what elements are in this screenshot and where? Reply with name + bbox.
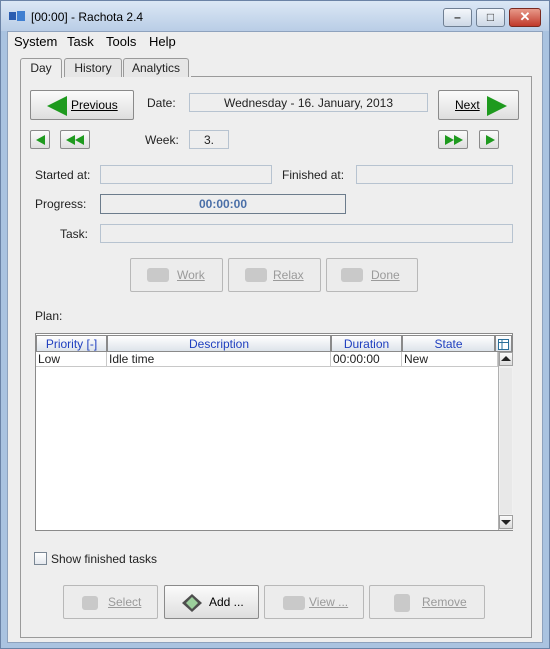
column-priority[interactable]: Priority [-]: [36, 335, 107, 352]
previous-label: Previous: [71, 98, 118, 112]
scroll-up-button[interactable]: [499, 352, 513, 366]
single-left-icon: [36, 135, 45, 145]
column-duration[interactable]: Duration: [331, 335, 402, 352]
week-field: 3.: [189, 130, 229, 149]
table-cell-state[interactable]: New: [402, 352, 498, 367]
date-field: Wednesday - 16. January, 2013: [189, 93, 428, 112]
plan-table: Priority [-] Description Duration State …: [35, 333, 513, 531]
finished-field: [356, 165, 513, 184]
scroll-down-button[interactable]: [499, 515, 513, 529]
table-icon: [498, 339, 509, 350]
menu-bar: System Task Tools Help: [8, 32, 542, 51]
show-finished-checkbox[interactable]: [34, 552, 47, 565]
plan-label: Plan:: [35, 309, 63, 323]
select-icon: [82, 596, 98, 610]
arrow-right-icon: [487, 96, 507, 116]
done-icon: [341, 268, 363, 282]
single-right-icon: [486, 135, 495, 145]
add-icon: [182, 594, 202, 612]
next-week-button[interactable]: [479, 130, 499, 149]
remove-label: Remove: [422, 595, 467, 609]
double-left-icon-2: [75, 135, 84, 145]
view-icon: [283, 596, 305, 610]
week-label: Week:: [145, 133, 179, 147]
relax-label: Relax: [273, 268, 304, 282]
previous-day-button[interactable]: Previous: [30, 90, 134, 120]
app-window: [00:00] - Rachota 2.4 – □ ✕ System Task …: [0, 0, 550, 649]
title-bar[interactable]: [00:00] - Rachota 2.4 – □ ✕: [1, 1, 549, 31]
relax-icon: [245, 268, 267, 282]
add-label: Add ...: [209, 595, 244, 609]
remove-icon: [394, 594, 410, 612]
app-icon: [9, 11, 25, 21]
table-cell-description[interactable]: Idle time: [107, 352, 331, 367]
finished-label: Finished at:: [282, 168, 345, 182]
select-label: Select: [108, 595, 142, 609]
tab-analytics[interactable]: Analytics: [123, 58, 189, 77]
menu-system[interactable]: System: [14, 34, 57, 49]
double-right-icon: [445, 135, 454, 145]
close-icon: ✕: [519, 9, 531, 24]
scroll-down-icon: [501, 520, 511, 525]
next-day-button[interactable]: Next: [438, 90, 519, 120]
work-label: Work: [177, 268, 205, 282]
table-cell-priority[interactable]: Low: [36, 352, 107, 367]
table-scrollbar[interactable]: [498, 352, 513, 530]
progress-label: Progress:: [35, 197, 87, 211]
previous-week-button[interactable]: [30, 130, 50, 149]
column-chooser-button[interactable]: [495, 335, 512, 352]
window-title: [00:00] - Rachota 2.4: [31, 10, 144, 24]
task-field: [100, 224, 513, 243]
arrow-left-icon: [47, 96, 67, 116]
tab-day[interactable]: Day: [20, 58, 62, 78]
progress-bar: 00:00:00: [100, 194, 346, 214]
menu-help[interactable]: Help: [149, 34, 176, 49]
menu-tools[interactable]: Tools: [106, 34, 136, 49]
close-button[interactable]: ✕: [509, 8, 541, 27]
work-button[interactable]: Work: [130, 258, 223, 292]
column-description[interactable]: Description: [107, 335, 331, 352]
done-button[interactable]: Done: [326, 258, 418, 292]
column-state[interactable]: State: [402, 335, 495, 352]
table-cell-duration[interactable]: 00:00:00: [331, 352, 402, 367]
menu-task[interactable]: Task: [67, 34, 94, 49]
next-label: Next: [455, 98, 480, 112]
maximize-button[interactable]: □: [476, 8, 505, 27]
double-right-icon-2: [454, 135, 463, 145]
add-button[interactable]: Add ...: [164, 585, 259, 619]
maximize-icon: □: [486, 10, 495, 24]
done-label: Done: [371, 268, 400, 282]
minimize-icon: –: [454, 10, 461, 24]
select-button[interactable]: Select: [63, 585, 158, 619]
tab-history[interactable]: History: [64, 58, 122, 77]
view-label: View ...: [309, 595, 349, 609]
started-field: [100, 165, 272, 184]
minimize-button[interactable]: –: [443, 8, 472, 27]
task-label: Task:: [60, 227, 89, 241]
relax-button[interactable]: Relax: [228, 258, 321, 292]
scroll-track[interactable]: [500, 368, 512, 514]
view-button[interactable]: View ...: [264, 585, 364, 619]
started-label: Started at:: [35, 168, 91, 182]
date-label: Date:: [147, 96, 176, 110]
show-finished-label[interactable]: Show finished tasks: [51, 552, 157, 566]
remove-button[interactable]: Remove: [369, 585, 485, 619]
scroll-up-icon: [501, 356, 511, 361]
previous-month-button[interactable]: [60, 130, 90, 149]
double-left-icon: [66, 135, 75, 145]
work-icon: [147, 268, 169, 282]
next-month-button[interactable]: [438, 130, 468, 149]
